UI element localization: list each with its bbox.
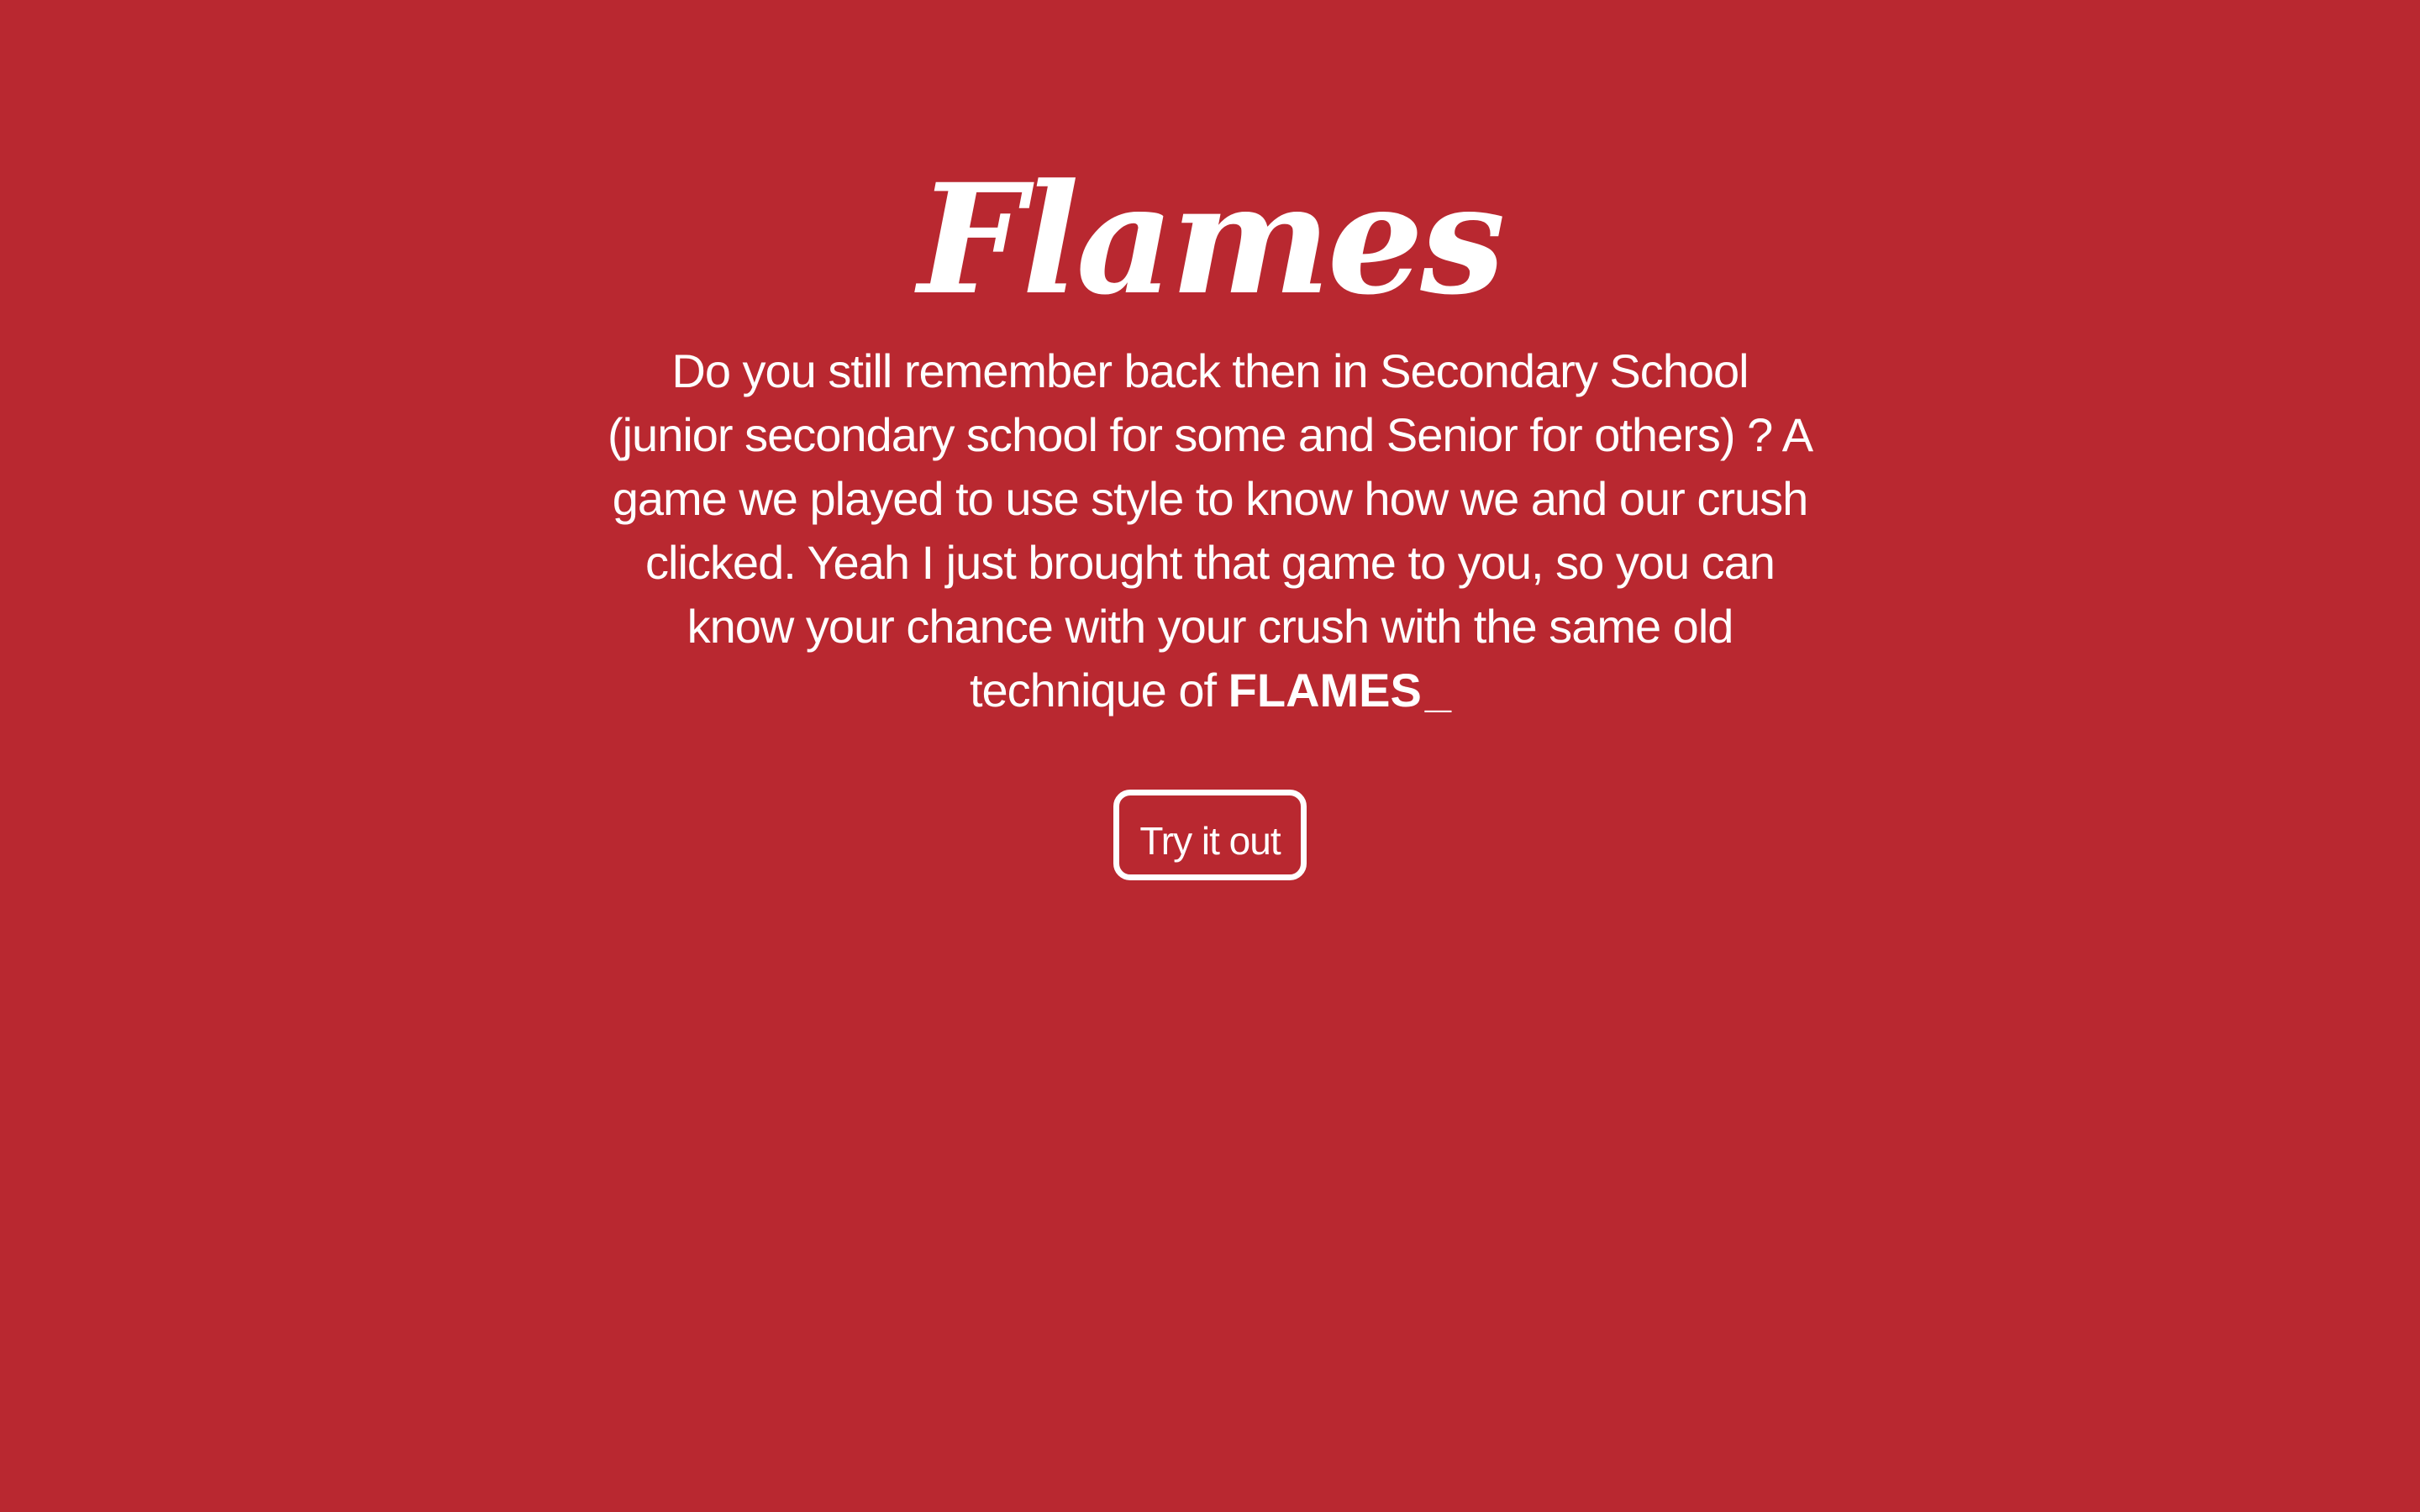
page-title: Flames (918, 151, 1505, 328)
intro-paragraph: Do you still remember back then in Secon… (605, 339, 1815, 722)
typing-cursor: _ (1424, 664, 1451, 717)
hero-section: Flames Do you still remember back then i… (0, 156, 2420, 880)
intro-text: Do you still remember back then in Secon… (607, 344, 1813, 717)
try-it-out-button[interactable]: Try it out (1113, 790, 1307, 880)
highlight-word: FLAMES (1228, 664, 1422, 717)
landing-page: Flames Do you still remember back then i… (0, 0, 2420, 1512)
